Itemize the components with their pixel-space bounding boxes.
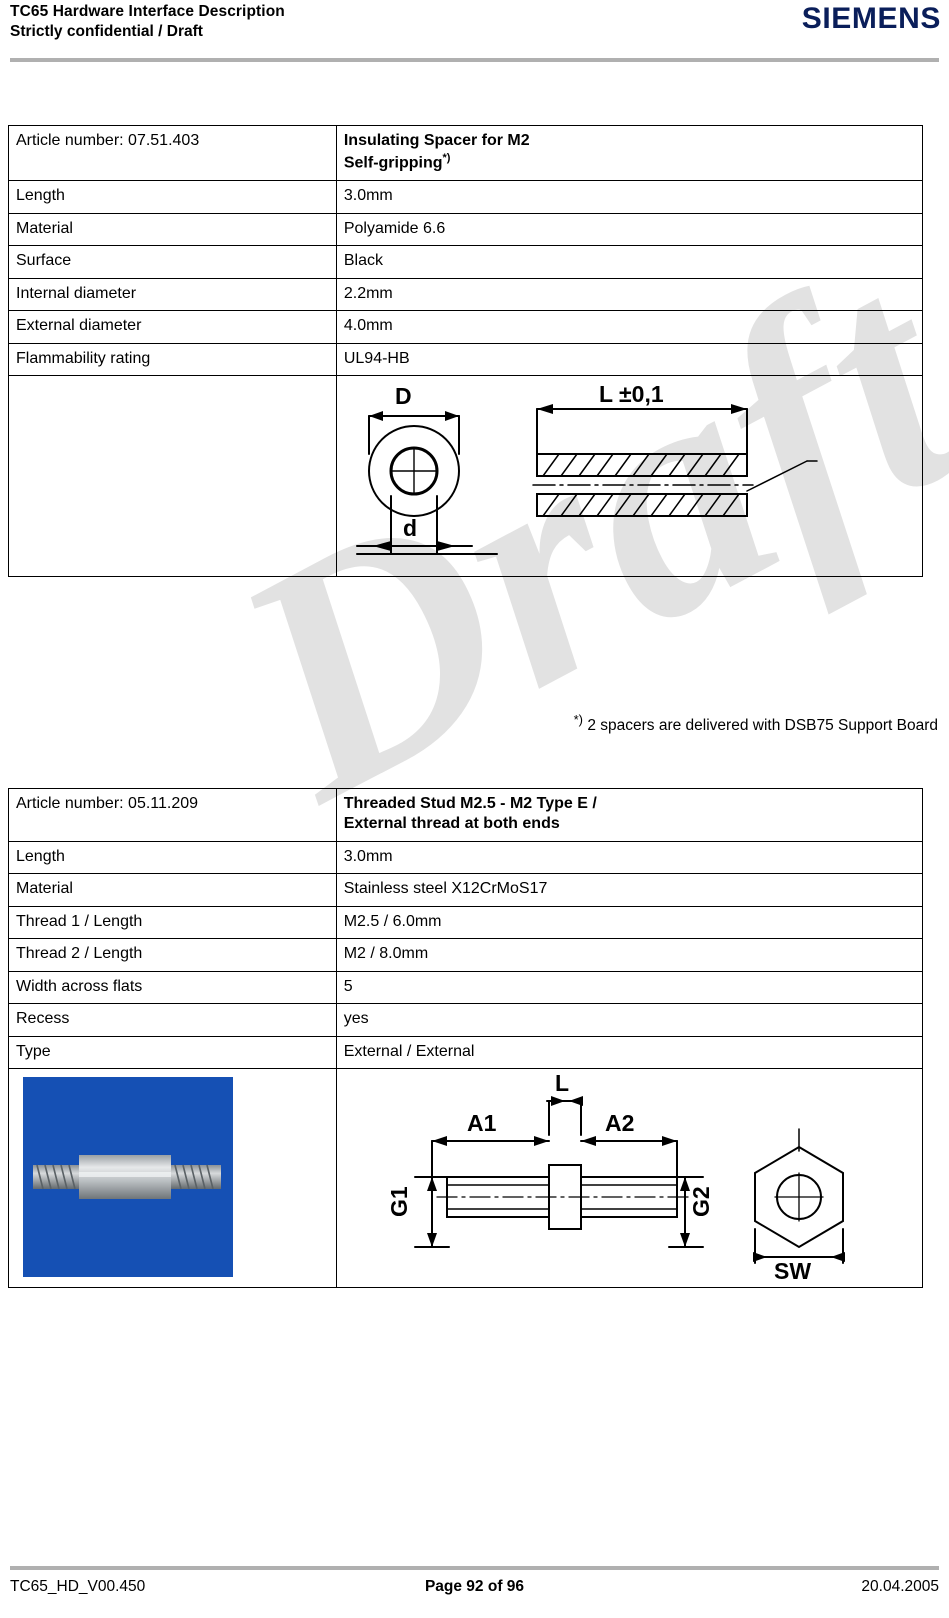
row-value: Stainless steel X12CrMoS17 bbox=[335, 873, 924, 907]
row-label: Type bbox=[8, 1035, 337, 1070]
table-row-figure: L A1 A2 G1 G2 SW bbox=[8, 1068, 924, 1289]
threaded-stud-table: Article number: 05.11.209 Threaded Stud … bbox=[8, 788, 924, 1289]
insulating-spacer-figure: D d L ±0,1 bbox=[335, 375, 924, 578]
table-row: Width across flats 5 bbox=[8, 970, 924, 1005]
table-row: Material Stainless steel X12CrMoS17 bbox=[8, 873, 924, 907]
row-value: Black bbox=[335, 245, 924, 279]
table-row: Article number: 07.51.403 Insulating Spa… bbox=[8, 124, 924, 182]
table-row: Surface Black bbox=[8, 245, 924, 279]
row-value: Polyamide 6.6 bbox=[335, 212, 924, 247]
label-SW: SW bbox=[774, 1258, 811, 1284]
label-L: L ±0,1 bbox=[599, 381, 664, 407]
document-date: 20.04.2005 bbox=[861, 1578, 939, 1595]
table-row: Length 3.0mm bbox=[8, 180, 924, 214]
row-value: External / External bbox=[335, 1035, 924, 1070]
row-label: Thread 1 / Length bbox=[8, 905, 337, 940]
row-value: 5 bbox=[335, 970, 924, 1005]
label-L: L bbox=[555, 1070, 569, 1096]
stud-technical-drawing: L A1 A2 G1 G2 SW bbox=[386, 1070, 845, 1284]
row-value: yes bbox=[335, 1003, 924, 1037]
article-title: Threaded Stud M2.5 - M2 Type E / Externa… bbox=[335, 788, 924, 842]
figure-empty-cell bbox=[8, 375, 337, 578]
table-row: External diameter 4.0mm bbox=[8, 310, 924, 344]
page-footer: TC65_HD_V00.450 Page 92 of 96 20.04.2005 bbox=[0, 1558, 949, 1618]
label-G1: G1 bbox=[386, 1186, 412, 1217]
row-label: External diameter bbox=[8, 310, 337, 344]
row-label: Surface bbox=[8, 245, 337, 279]
row-value: 2.2mm bbox=[335, 277, 924, 312]
spacer-technical-drawing: D d L ±0,1 bbox=[355, 381, 818, 556]
article-number-label: Article number: 07.51.403 bbox=[8, 124, 337, 182]
table-row: Recess yes bbox=[8, 1003, 924, 1037]
label-A1: A1 bbox=[467, 1110, 497, 1136]
table-row: Thread 1 / Length M2.5 / 6.0mm bbox=[8, 905, 924, 940]
row-value: UL94-HB bbox=[335, 342, 924, 377]
confidentiality-notice: Strictly confidential / Draft bbox=[10, 23, 203, 40]
document-title: TC65 Hardware Interface Description bbox=[10, 3, 285, 20]
row-label: Thread 2 / Length bbox=[8, 938, 337, 972]
article-title: Insulating Spacer for M2 Self-gripping*) bbox=[335, 124, 924, 182]
footer-divider bbox=[10, 1566, 939, 1570]
page-header: TC65 Hardware Interface Description Stri… bbox=[0, 0, 949, 70]
row-label: Length bbox=[8, 840, 337, 875]
table-row: Type External / External bbox=[8, 1035, 924, 1070]
row-label: Material bbox=[8, 873, 337, 907]
row-label: Width across flats bbox=[8, 970, 337, 1005]
table-row-figure: D d L ±0,1 bbox=[8, 375, 924, 578]
row-value: 3.0mm bbox=[335, 180, 924, 214]
row-value: M2.5 / 6.0mm bbox=[335, 905, 924, 940]
table-row: Length 3.0mm bbox=[8, 840, 924, 875]
footnote-star: *) bbox=[573, 712, 584, 727]
article-title-line2: Self-gripping bbox=[343, 154, 443, 172]
siemens-logo: SIEMENS bbox=[801, 2, 941, 35]
row-value: 4.0mm bbox=[335, 310, 924, 344]
row-value: M2 / 8.0mm bbox=[335, 938, 924, 972]
label-A2: A2 bbox=[605, 1110, 634, 1136]
row-label: Material bbox=[8, 212, 337, 247]
article-number-label: Article number: 05.11.209 bbox=[8, 788, 337, 842]
row-value: 3.0mm bbox=[335, 840, 924, 875]
row-label: Length bbox=[8, 180, 337, 214]
stud-photo-render bbox=[23, 1077, 233, 1278]
label-G2: G2 bbox=[688, 1187, 714, 1218]
row-label: Flammability rating bbox=[8, 342, 337, 377]
table-row: Thread 2 / Length M2 / 8.0mm bbox=[8, 938, 924, 972]
threaded-stud-figure: L A1 A2 G1 G2 SW bbox=[335, 1068, 924, 1289]
footnote-line: *) 2 spacers are delivered with DSB75 Su… bbox=[8, 712, 946, 735]
header-divider bbox=[10, 58, 939, 62]
row-label: Internal diameter bbox=[8, 277, 337, 312]
footnote-text: 2 spacers are delivered with DSB75 Suppo… bbox=[587, 717, 938, 735]
table-row: Article number: 05.11.209 Threaded Stud … bbox=[8, 788, 924, 842]
page-number: Page 92 of 96 bbox=[424, 1578, 525, 1595]
threaded-stud-photo bbox=[23, 1077, 233, 1278]
table-row: Flammability rating UL94-HB bbox=[8, 342, 924, 377]
article-title-line1: Insulating Spacer for M2 bbox=[343, 132, 530, 149]
label-d: d bbox=[403, 515, 417, 541]
row-label: Recess bbox=[8, 1003, 337, 1037]
table-row: Material Polyamide 6.6 bbox=[8, 212, 924, 247]
threaded-stud-photo-cell bbox=[8, 1068, 337, 1289]
article-title-line1: Threaded Stud M2.5 - M2 Type E / bbox=[343, 795, 597, 812]
table-row: Internal diameter 2.2mm bbox=[8, 277, 924, 312]
article-title-line2: External thread at both ends bbox=[343, 815, 560, 833]
footnote-marker: *) bbox=[442, 152, 451, 165]
label-D: D bbox=[395, 383, 412, 409]
insulating-spacer-table: Article number: 07.51.403 Insulating Spa… bbox=[8, 124, 924, 578]
